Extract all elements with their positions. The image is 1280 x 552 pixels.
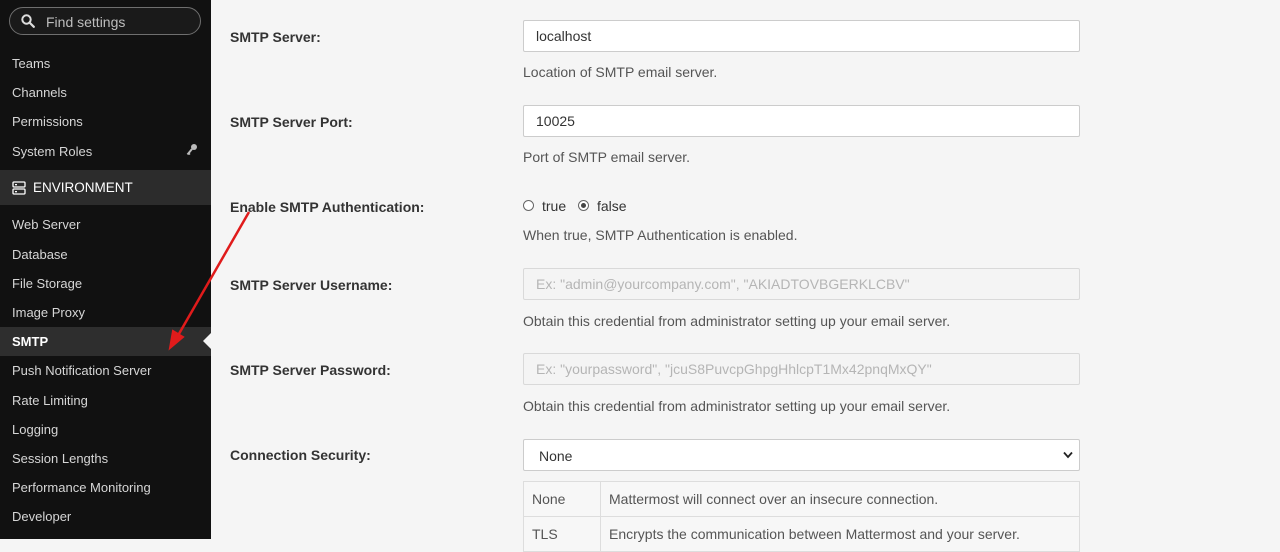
- smtp-auth-label: Enable SMTP Authentication:: [230, 199, 425, 215]
- smtp-password-label: SMTP Server Password:: [230, 362, 391, 378]
- radio-false[interactable]: [578, 200, 589, 211]
- sidebar-item-smtp[interactable]: SMTP: [0, 327, 211, 356]
- option-name: TLS: [523, 516, 601, 552]
- connection-security-label: Connection Security:: [230, 447, 371, 463]
- smtp-server-help: Location of SMTP email server.: [523, 64, 718, 80]
- sidebar-item-developer[interactable]: Developer: [0, 502, 211, 531]
- settings-search[interactable]: [9, 7, 201, 35]
- smtp-username-help: Obtain this credential from administrato…: [523, 313, 951, 329]
- radio-true-label[interactable]: true: [542, 198, 566, 214]
- smtp-auth-help: When true, SMTP Authentication is enable…: [523, 227, 798, 243]
- connection-security-value: None: [539, 448, 573, 464]
- smtp-port-input[interactable]: [523, 105, 1080, 137]
- chevron-down-icon: [1063, 451, 1073, 459]
- smtp-server-label: SMTP Server:: [230, 29, 321, 45]
- table-row: None Mattermost will connect over an ins…: [523, 481, 1080, 517]
- active-item-pointer: [203, 333, 211, 349]
- smtp-username-input[interactable]: [523, 268, 1080, 300]
- option-name: None: [523, 481, 601, 517]
- section-environment: ENVIRONMENT: [0, 170, 211, 205]
- sidebar-item-session-lengths[interactable]: Session Lengths: [0, 444, 211, 473]
- key-icon: [186, 144, 197, 156]
- smtp-username-label: SMTP Server Username:: [230, 277, 393, 293]
- smtp-port-label: SMTP Server Port:: [230, 114, 353, 130]
- sidebar-item-file-storage[interactable]: File Storage: [0, 269, 211, 298]
- option-desc: Encrypts the communication between Matte…: [600, 516, 1080, 552]
- sidebar-item-web-server[interactable]: Web Server: [0, 210, 211, 239]
- sidebar-item-system-roles[interactable]: System Roles: [0, 137, 211, 166]
- smtp-server-input[interactable]: [523, 20, 1080, 52]
- sidebar-item-database[interactable]: Database: [0, 240, 211, 269]
- admin-sidebar: Teams Channels Permissions System Roles …: [0, 0, 211, 539]
- radio-false-label[interactable]: false: [597, 198, 627, 214]
- sidebar-item-performance-monitoring[interactable]: Performance Monitoring: [0, 473, 211, 502]
- radio-true[interactable]: [523, 200, 534, 211]
- sidebar-item-channels[interactable]: Channels: [0, 78, 211, 107]
- search-icon: [21, 14, 35, 28]
- connection-security-table: None Mattermost will connect over an ins…: [523, 481, 1080, 552]
- smtp-password-help: Obtain this credential from administrato…: [523, 398, 951, 414]
- server-icon: [12, 181, 26, 195]
- connection-security-select[interactable]: None: [523, 439, 1080, 471]
- smtp-password-input[interactable]: [523, 353, 1080, 385]
- sidebar-item-teams[interactable]: Teams: [0, 49, 211, 78]
- sidebar-item-push-notification-server[interactable]: Push Notification Server: [0, 356, 211, 385]
- sidebar-item-image-proxy[interactable]: Image Proxy: [0, 298, 211, 327]
- sidebar-item-permissions[interactable]: Permissions: [0, 107, 211, 136]
- search-input[interactable]: [44, 11, 198, 33]
- smtp-port-help: Port of SMTP email server.: [523, 149, 691, 165]
- smtp-settings-panel: SMTP Server: Location of SMTP email serv…: [211, 0, 1280, 552]
- sidebar-item-logging[interactable]: Logging: [0, 415, 211, 444]
- sidebar-item-rate-limiting[interactable]: Rate Limiting: [0, 386, 211, 415]
- table-row: TLS Encrypts the communication between M…: [523, 516, 1080, 552]
- option-desc: Mattermost will connect over an insecure…: [600, 481, 1080, 517]
